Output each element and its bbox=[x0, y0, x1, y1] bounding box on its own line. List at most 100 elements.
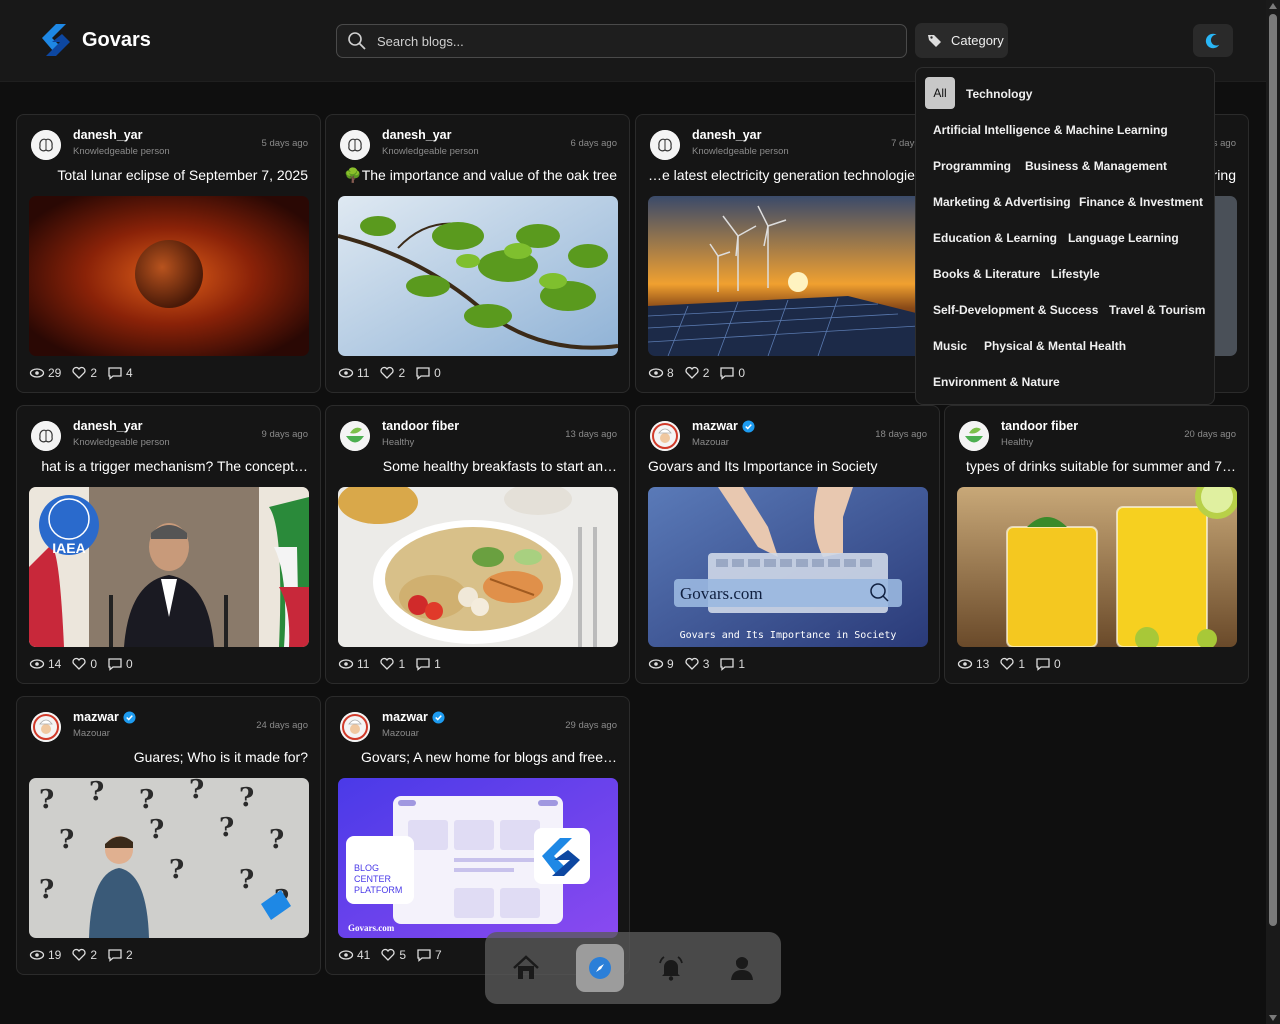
author-name[interactable]: danesh_yar bbox=[382, 128, 451, 142]
scrollbar-thumb[interactable] bbox=[1269, 14, 1277, 926]
post-image[interactable] bbox=[957, 487, 1237, 647]
nav-home-button[interactable] bbox=[502, 944, 550, 992]
post-card[interactable]: tandoor fiber Healthy 20 days ago …7 typ… bbox=[944, 405, 1249, 684]
post-title[interactable]: Govars and Its Importance in Society bbox=[648, 458, 927, 474]
scroll-up-arrow-icon[interactable] bbox=[1269, 3, 1277, 9]
post-image[interactable]: BLOG CENTER PLATFORM Govars.com bbox=[338, 778, 618, 938]
category-item[interactable]: Environment & Nature bbox=[933, 375, 1060, 389]
avatar[interactable] bbox=[340, 130, 370, 160]
category-item[interactable]: Language Learning bbox=[1068, 231, 1179, 245]
post-title[interactable]: …hat is a trigger mechanism? The concept bbox=[29, 458, 308, 474]
theme-toggle-button[interactable] bbox=[1193, 24, 1233, 57]
category-item[interactable]: Lifestyle bbox=[1051, 267, 1100, 281]
nav-notifications-button[interactable] bbox=[647, 944, 695, 992]
post-image[interactable]: ????? ???? ???? bbox=[29, 778, 309, 938]
post-time: 29 days ago bbox=[565, 720, 617, 731]
comments-stat[interactable]: 1 bbox=[415, 656, 441, 672]
post-card[interactable]: mazwar Mazouar 24 days ago Guares; Who i… bbox=[16, 696, 321, 975]
post-image[interactable] bbox=[29, 196, 309, 356]
category-item[interactable]: Music bbox=[933, 339, 967, 353]
post-title[interactable]: The importance and value of the oak tree… bbox=[338, 167, 617, 184]
author-name[interactable]: mazwar bbox=[73, 710, 136, 724]
comments-stat[interactable]: 0 bbox=[415, 365, 441, 381]
category-label: Category bbox=[951, 33, 1004, 48]
category-item[interactable]: Self-Development & Success bbox=[933, 303, 1098, 317]
category-item[interactable]: Travel & Tourism bbox=[1109, 303, 1205, 317]
likes-stat[interactable]: 1 bbox=[999, 656, 1025, 672]
author-name[interactable]: mazwar bbox=[382, 710, 445, 724]
post-card[interactable]: danesh_yar Knowledgeable person 7 days a… bbox=[635, 114, 940, 393]
comments-stat[interactable]: 2 bbox=[107, 947, 133, 963]
post-image[interactable] bbox=[648, 196, 928, 356]
likes-stat[interactable]: 5 bbox=[380, 947, 406, 963]
avatar[interactable] bbox=[650, 130, 680, 160]
author-name[interactable]: danesh_yar bbox=[73, 128, 142, 142]
search-bar[interactable] bbox=[336, 24, 907, 58]
category-item[interactable]: Business & Management bbox=[1025, 159, 1167, 173]
author-name[interactable]: mazwar bbox=[692, 419, 755, 433]
author-name[interactable]: danesh_yar bbox=[73, 419, 142, 433]
category-all[interactable]: All bbox=[925, 77, 955, 109]
post-title[interactable]: …Govars; A new home for blogs and free bbox=[338, 749, 617, 765]
comments-stat[interactable]: 0 bbox=[1035, 656, 1061, 672]
author-name[interactable]: tandoor fiber bbox=[1001, 419, 1078, 433]
post-card[interactable]: danesh_yar Knowledgeable person 9 days a… bbox=[16, 405, 321, 684]
category-item[interactable]: Artificial Intelligence & Machine Learni… bbox=[933, 123, 1168, 137]
likes-stat[interactable]: 1 bbox=[379, 656, 405, 672]
avatar[interactable] bbox=[340, 712, 370, 742]
category-item[interactable]: Programming bbox=[933, 159, 1011, 173]
post-title[interactable]: Guares; Who is it made for? bbox=[29, 749, 308, 765]
category-button[interactable]: Category bbox=[915, 23, 1008, 58]
post-card[interactable]: mazwar Mazouar 18 days ago Govars and It… bbox=[635, 405, 940, 684]
avatar[interactable] bbox=[31, 421, 61, 451]
category-item[interactable]: Education & Learning bbox=[933, 231, 1057, 245]
comments-stat[interactable]: 4 bbox=[107, 365, 133, 381]
avatar[interactable] bbox=[340, 421, 370, 451]
avatar[interactable] bbox=[650, 421, 680, 451]
post-image[interactable]: Govars.com Govars and Its Importance in … bbox=[648, 487, 928, 647]
avatar[interactable] bbox=[959, 421, 989, 451]
avatar[interactable] bbox=[31, 130, 61, 160]
category-item[interactable]: Physical & Mental Health bbox=[984, 339, 1126, 353]
svg-text:?: ? bbox=[89, 778, 104, 807]
moon-icon bbox=[1205, 33, 1220, 48]
likes-stat[interactable]: 2 bbox=[379, 365, 405, 381]
comments-stat[interactable]: 0 bbox=[719, 365, 745, 381]
blog-platform-image: BLOG CENTER PLATFORM Govars.com bbox=[338, 778, 618, 938]
comments-stat[interactable]: 1 bbox=[719, 656, 745, 672]
scroll-down-arrow-icon[interactable] bbox=[1269, 1015, 1277, 1021]
author-name[interactable]: danesh_yar bbox=[692, 128, 761, 142]
nav-profile-button[interactable] bbox=[718, 944, 766, 992]
post-image[interactable]: IAEA bbox=[29, 487, 309, 647]
category-item[interactable]: Technology bbox=[966, 87, 1032, 101]
scrollbar[interactable] bbox=[1266, 0, 1280, 1024]
nav-explore-button[interactable] bbox=[576, 944, 624, 992]
post-card[interactable]: danesh_yar Knowledgeable person 6 days a… bbox=[325, 114, 630, 393]
likes-stat[interactable]: 0 bbox=[71, 656, 97, 672]
search-input[interactable] bbox=[377, 33, 857, 49]
author-name[interactable]: tandoor fiber bbox=[382, 419, 459, 433]
wind-solar-image bbox=[648, 196, 928, 356]
category-item[interactable]: Finance & Investment bbox=[1079, 195, 1203, 209]
comments-stat[interactable]: 7 bbox=[416, 947, 442, 963]
svg-text:?: ? bbox=[139, 785, 154, 815]
avatar[interactable] bbox=[31, 712, 61, 742]
likes-stat[interactable]: 3 bbox=[684, 656, 709, 672]
post-title[interactable]: …e latest electricity generation technol… bbox=[648, 167, 927, 183]
keyboard-govars-image: Govars.com Govars and Its Importance in … bbox=[648, 487, 928, 647]
logo[interactable]: Govars bbox=[36, 20, 151, 60]
post-card[interactable]: danesh_yar Knowledgeable person 5 days a… bbox=[16, 114, 321, 393]
post-image[interactable] bbox=[338, 196, 618, 356]
views-stat: 11 bbox=[338, 656, 369, 672]
likes-stat[interactable]: 2 bbox=[71, 365, 97, 381]
category-item[interactable]: Marketing & Advertising bbox=[933, 195, 1071, 209]
likes-stat[interactable]: 2 bbox=[684, 365, 709, 381]
post-title[interactable]: Total lunar eclipse of September 7, 2025 bbox=[29, 167, 308, 183]
comments-stat[interactable]: 0 bbox=[107, 656, 133, 672]
category-item[interactable]: Books & Literature bbox=[933, 267, 1040, 281]
post-title[interactable]: …Some healthy breakfasts to start an bbox=[338, 458, 617, 474]
post-image[interactable] bbox=[338, 487, 618, 647]
likes-stat[interactable]: 2 bbox=[71, 947, 97, 963]
post-card[interactable]: tandoor fiber Healthy 13 days ago …Some … bbox=[325, 405, 630, 684]
post-title[interactable]: …7 types of drinks suitable for summer a… bbox=[957, 458, 1236, 474]
